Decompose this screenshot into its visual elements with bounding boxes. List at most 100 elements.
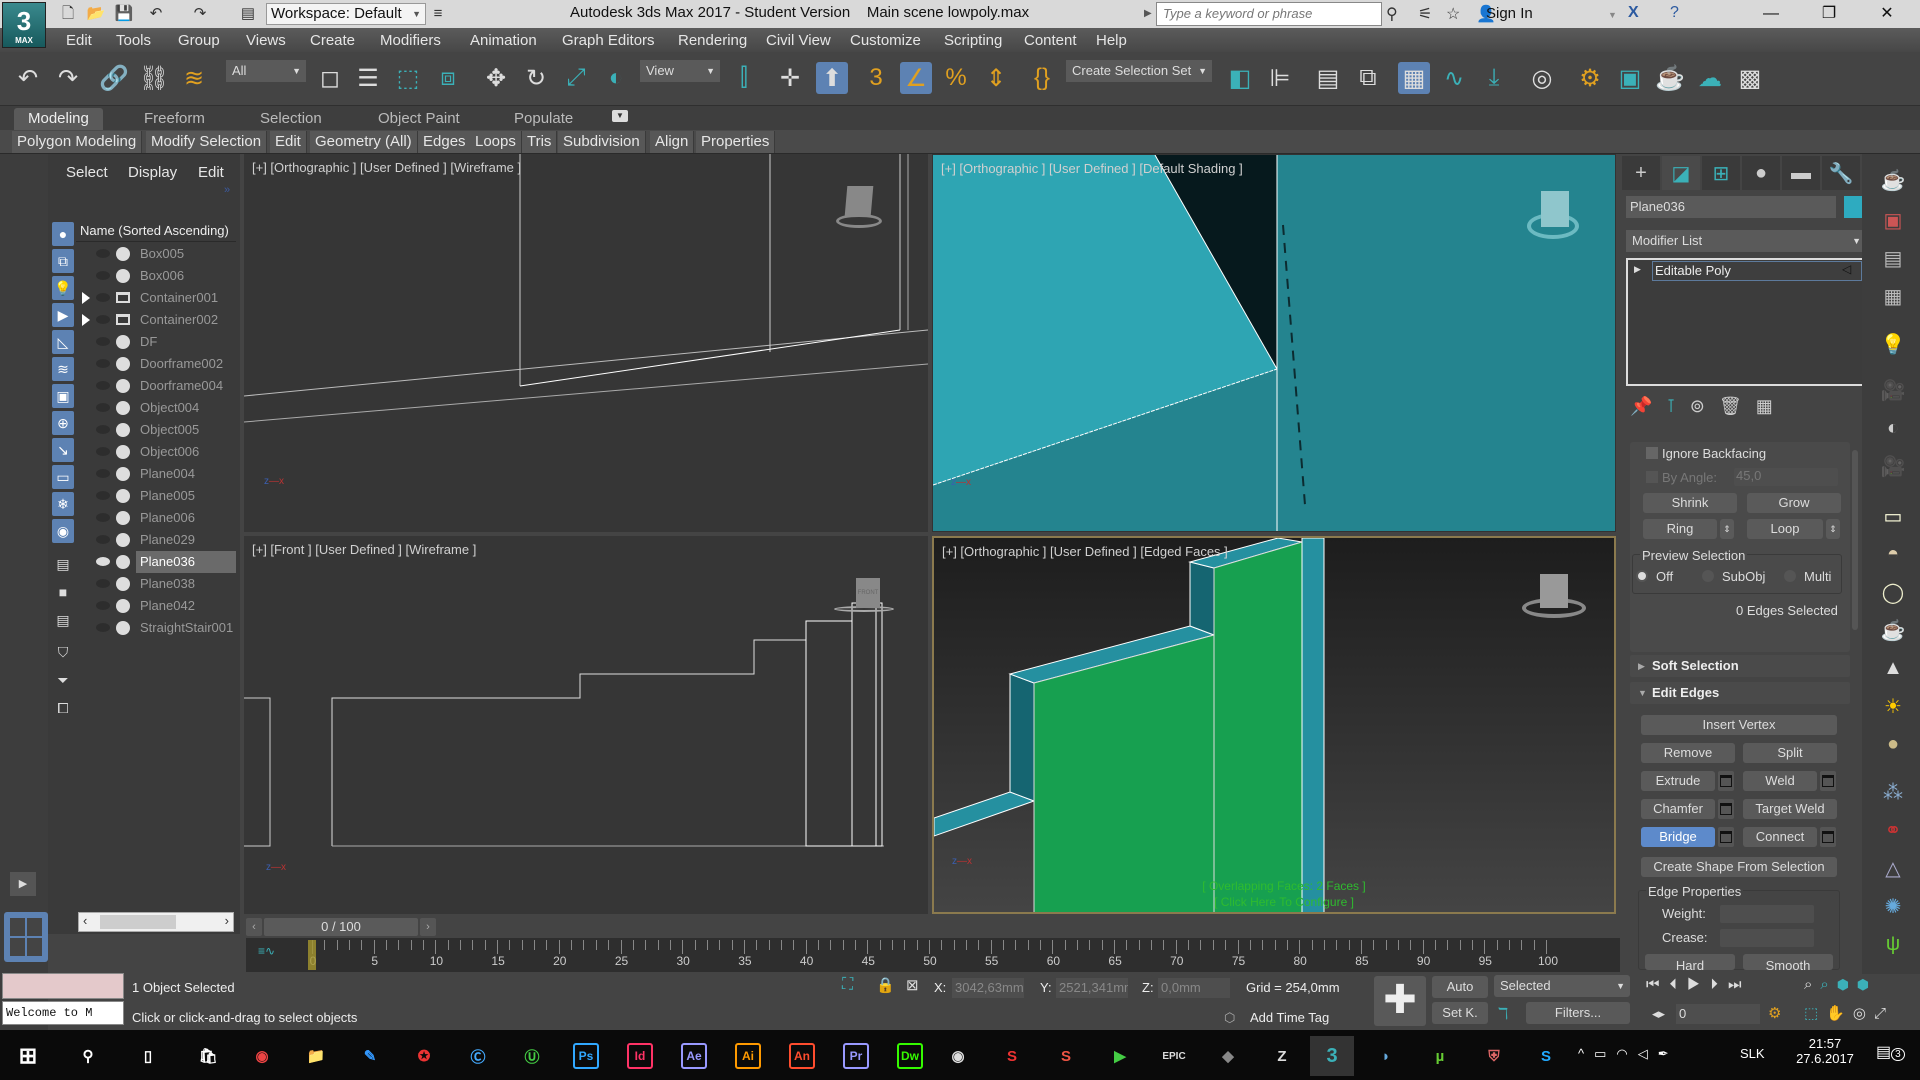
restore-icon[interactable]: ❐ [1806,2,1852,26]
key-mode-icon[interactable]: ◂▸ [1652,1006,1665,1022]
tab-object-paint[interactable]: Object Paint [364,108,474,130]
save-icon[interactable]: 💾 [114,4,134,24]
modifier-list-dropdown[interactable]: Modifier List ▼ [1626,230,1866,252]
panel-geometry-all[interactable]: Geometry (All) [310,131,418,153]
sky-icon[interactable]: ● [1878,730,1908,758]
edit-named-selection-icon[interactable]: {} [1026,62,1058,94]
viewport-top-right[interactable]: [+] [Orthographic ] [User Defined ] [Def… [932,154,1616,532]
molecule-icon[interactable]: ⚭ [1878,816,1908,844]
visibility-eye-icon[interactable] [96,293,110,302]
visibility-eye-icon[interactable] [96,359,110,368]
add-time-tag-button[interactable]: Add Time Tag [1250,1010,1329,1025]
file-explorer-icon[interactable]: 📁 [294,1036,338,1076]
binoculars-icon[interactable]: ⚲ [1386,4,1398,24]
object-name-field[interactable]: Plane036 [1626,196,1836,218]
app-shield-icon[interactable]: ⛨ [1472,1036,1516,1076]
bridge-settings-icon[interactable] [1718,827,1734,847]
viewport-label[interactable]: [+] [Front ] [User Defined ] [Wireframe … [252,542,476,557]
y-coordinate-field[interactable]: 2521,341mm [1056,978,1128,998]
substance-painter-icon[interactable]: S [990,1036,1034,1076]
app-dark-icon[interactable]: ◆ [1206,1036,1250,1076]
zoom-region-icon[interactable]: ⬚ [1804,1005,1826,1022]
expand-arrow-icon[interactable] [82,292,90,304]
display-invert-icon[interactable]: ▤ [52,608,74,632]
display-geometry-icon[interactable]: ● [52,222,74,246]
utilities-tab-icon[interactable]: 🔧 [1822,156,1860,190]
select-and-link-icon[interactable]: 🔗 [98,62,130,94]
undo-icon[interactable]: ↶ [146,4,166,24]
mirror-icon[interactable]: ◧ [1224,62,1256,94]
unlink-icon[interactable]: ⛓ [138,62,170,94]
windows-start-icon[interactable]: ⊞ [6,1036,50,1076]
expand-stack-icon[interactable]: ▶ [1634,264,1641,275]
viewcube[interactable] [1522,574,1586,622]
tab-selection[interactable]: Selection [246,108,336,130]
layer-icon[interactable]: ⧠ [52,696,74,720]
explorer-row[interactable]: StraightStair001 [76,617,236,639]
display-frozen-icon[interactable]: ❄ [52,492,74,516]
menu-help[interactable]: Help [1096,32,1127,49]
expand-arrow-icon[interactable] [82,314,90,326]
target-weld-button[interactable]: Target Weld [1743,799,1837,819]
explorer-row[interactable]: Plane029 [76,529,236,551]
x-coordinate-field[interactable]: 3042,63mm [952,978,1024,998]
previous-frame-icon[interactable]: ⏴ [1670,976,1688,993]
explorer-row[interactable]: DF [76,331,236,353]
taskbar-app-pr[interactable]: Pr [834,1036,878,1076]
ring-button[interactable]: Ring [1643,519,1717,539]
taskbar-app-ps[interactable]: Ps [564,1036,608,1076]
preview-multi-radio[interactable] [1784,570,1796,582]
light-lister-icon[interactable]: 💡 [1878,330,1908,358]
explorer-row[interactable]: Doorframe002 [76,353,236,375]
explorer-menu-edit[interactable]: Edit [198,164,224,181]
visibility-eye-icon[interactable] [96,403,110,412]
current-frame-marker[interactable] [308,940,316,970]
clock[interactable]: 21:57 27.6.2017 [1790,1036,1860,1066]
customize-qat-icon[interactable]: ≡ [428,4,448,24]
epic-games-icon[interactable]: EPIC [1152,1036,1196,1076]
open-file-icon[interactable]: 📂 [86,4,106,24]
zoom-icon[interactable]: ⌕ [1804,976,1820,993]
curve-editor-icon[interactable]: ∿ [1438,62,1470,94]
help-icon[interactable]: ? [1670,4,1679,22]
preview-subobj-radio[interactable] [1702,570,1714,582]
menu-views[interactable]: Views [246,32,286,49]
search-input[interactable]: Type a keyword or phrase [1156,2,1382,26]
render-setup-icon[interactable]: ⚙ [1574,62,1606,94]
substance-designer-icon[interactable]: S [1044,1036,1088,1076]
create-tab-icon[interactable]: + [1622,156,1660,190]
sign-in-button[interactable]: Sign In [1486,5,1533,22]
taskbar-app-an[interactable]: An [780,1036,824,1076]
menu-scripting[interactable]: Scripting [944,32,1002,49]
display-tab-icon[interactable]: ▬ [1782,156,1820,190]
scrollbar-thumb[interactable] [100,915,176,929]
redo-icon[interactable]: ↷ [52,62,84,94]
visibility-eye-icon[interactable] [96,491,110,500]
panel-table-icon[interactable]: ▦ [1878,282,1908,310]
chamfer-settings-icon[interactable] [1718,799,1734,819]
display-space-warps-icon[interactable]: ≋ [52,357,74,381]
rendered-frame-window-icon[interactable]: ▣ [1614,62,1646,94]
viewport-layout-icon[interactable]: ▩ [1734,62,1766,94]
zbrush-icon[interactable]: Z [1260,1036,1304,1076]
weight-spinner[interactable] [1720,905,1814,923]
isolate-selection-icon[interactable]: ⛶ [842,976,853,994]
selection-set-dropdown[interactable]: Create Selection Set ▼ [1066,60,1212,82]
extrude-settings-icon[interactable] [1718,771,1734,791]
layer-explorer-icon[interactable]: ⧉ [1352,62,1384,94]
explorer-row[interactable]: Plane006 [76,507,236,529]
weld-settings-icon[interactable] [1820,771,1836,791]
visibility-eye-icon[interactable] [96,469,110,478]
smooth-button[interactable]: Smooth [1743,954,1833,970]
workspace-dropdown[interactable]: Workspace: Default ▼ [266,3,426,25]
scale-icon[interactable]: ⤢ [560,62,592,94]
explorer-row[interactable]: Plane005 [76,485,236,507]
visibility-eye-icon[interactable] [96,447,110,456]
viewcube[interactable] [1523,191,1583,247]
connect-settings-icon[interactable] [1820,827,1836,847]
batch-render-icon[interactable]: 🎥 [1878,452,1908,480]
menu-modifiers[interactable]: Modifiers [380,32,441,49]
project-folder-icon[interactable]: ▤ [238,4,258,24]
search-expand-icon[interactable]: ▶ [1144,8,1152,19]
display-shapes-icon[interactable]: ⧉ [52,249,74,273]
